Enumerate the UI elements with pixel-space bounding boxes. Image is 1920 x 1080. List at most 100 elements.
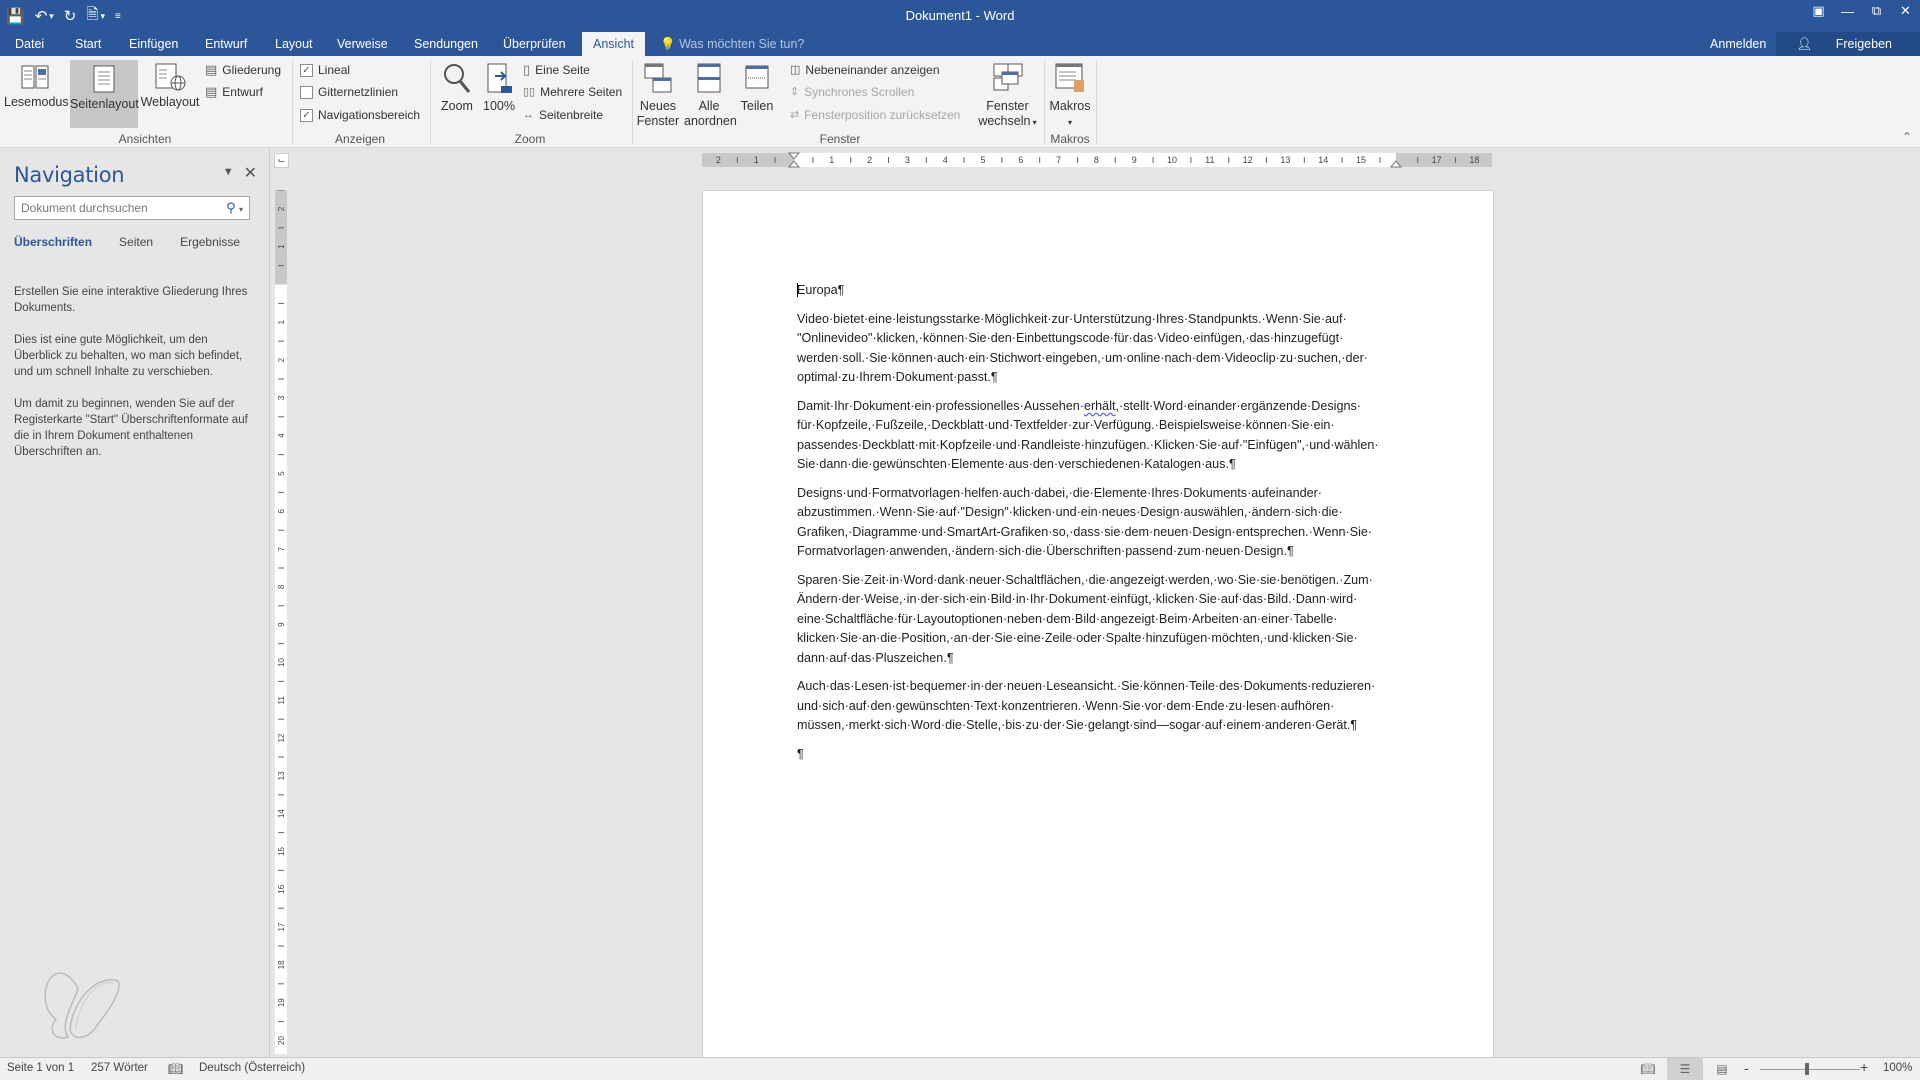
tab-selector-icon[interactable]: ⌙ <box>274 153 289 168</box>
print-layout-button[interactable]: Seitenlayout <box>70 60 139 128</box>
horizontal-ruler[interactable]: 2 1 1 2 3 4 5 6 7 8 9 10 11 12 13 14 15 17 18 <box>702 152 1492 168</box>
ruler-tick-label: 7 <box>1056 155 1061 165</box>
navigation-pane: Navigation ▼ ✕ Dokument durchsuchen ⚲ ▾ … <box>0 149 270 1057</box>
split-button[interactable]: Teilen <box>738 62 776 114</box>
navigation-pane-check-icon: ✓ <box>300 108 313 122</box>
tab-verweise[interactable]: Verweise <box>328 32 397 56</box>
ruler-tick-label: 1 <box>829 155 834 165</box>
navigation-title: Navigation <box>14 163 125 187</box>
help-paragraph: Erstellen Sie eine interaktive Gliederun… <box>14 286 248 314</box>
arrange-all-button[interactable]: Alle anordnen <box>684 62 737 129</box>
print-layout-view-icon[interactable]: ☰ <box>1667 1058 1703 1080</box>
reset-window-position-button[interactable]: ⇄ Fensterposition zurücksetzen <box>790 105 960 125</box>
one-page-button[interactable]: ▯ Eine Seite <box>523 60 590 80</box>
ruler-checkbox[interactable]: ✓ Lineal <box>300 60 350 80</box>
macros-dropdown-icon: ▾ <box>1067 118 1072 127</box>
close-pane-icon[interactable]: ✕ <box>244 163 257 183</box>
document-page[interactable]: Europa¶ Video·bietet·eine·leistungsstark… <box>702 190 1494 1070</box>
page-count[interactable]: Seite 1 von 1 <box>7 1062 74 1074</box>
tab-headings[interactable]: Überschriften <box>14 235 92 249</box>
tab-ansicht[interactable]: Ansicht <box>582 32 645 56</box>
sync-scroll-label: Synchrones Scrollen <box>804 85 915 99</box>
ruler-tick-label: 9 <box>277 622 286 627</box>
switch-windows-label-1: Fenster <box>986 99 1029 113</box>
tab-ueberpruefen[interactable]: Überprüfen <box>494 32 575 56</box>
tab-start[interactable]: Start <box>66 32 110 56</box>
search-options-icon[interactable]: ▾ <box>239 205 243 214</box>
tab-sendungen[interactable]: Sendungen <box>405 32 487 56</box>
page-width-label: Seitenbreite <box>539 108 604 122</box>
zoom-in-button[interactable]: + <box>1860 1059 1868 1075</box>
one-page-label: Eine Seite <box>535 63 590 77</box>
gridlines-checkbox[interactable]: Gitternetzlinien <box>300 82 398 102</box>
search-placeholder: Dokument durchsuchen <box>21 201 148 215</box>
read-mode-view-icon[interactable]: 📖︎ <box>1630 1058 1666 1080</box>
spelling-error-word[interactable]: erhält <box>1084 399 1116 413</box>
synchronous-scrolling-button[interactable]: ⇕ Synchrones Scrollen <box>790 82 914 102</box>
zoom-level[interactable]: 100% <box>1883 1062 1912 1074</box>
page-width-button[interactable]: ↔ Seitenbreite <box>523 105 603 125</box>
zoom-100-button[interactable]: 100% <box>480 62 518 114</box>
draft-button[interactable]: ▤ Entwurf <box>205 82 263 102</box>
language[interactable]: Deutsch (Österreich) <box>199 1062 305 1074</box>
multiple-pages-button[interactable]: ▯▯ Mehrere Seiten <box>523 82 622 102</box>
share-button[interactable]: 👤︎ Freigeben <box>1776 32 1920 56</box>
zoom-slider[interactable] <box>1760 1069 1860 1070</box>
document-paragraph: Auch·das·Lesen·ist·bequemer·in·der·neuen… <box>797 679 1376 732</box>
switch-windows-button[interactable]: Fenster wechseln ▾ <box>975 62 1040 130</box>
multiple-pages-label: Mehrere Seiten <box>540 85 623 99</box>
reset-position-icon: ⇄ <box>790 109 800 121</box>
zoom-label: Zoom <box>441 99 473 113</box>
web-layout-label: Weblayout <box>140 95 200 109</box>
view-side-by-side-button[interactable]: ◫ Nebeneinander anzeigen <box>790 60 940 80</box>
collapse-ribbon-icon[interactable]: ⌃ <box>1902 130 1912 144</box>
tab-pages[interactable]: Seiten <box>119 235 153 249</box>
tab-datei[interactable]: Datei <box>6 32 53 56</box>
side-by-side-label: Nebeneinander anzeigen <box>805 63 940 77</box>
tab-layout[interactable]: Layout <box>266 32 322 56</box>
pane-options-icon[interactable]: ▼ <box>223 166 234 183</box>
help-paragraph: Dies ist eine gute Möglichkeit, um den Ü… <box>14 334 243 378</box>
outline-button[interactable]: ▤ Gliederung <box>205 60 281 80</box>
zoom-slider-thumb[interactable] <box>1805 1063 1809 1075</box>
group-label-ansichten: Ansichten <box>118 132 172 146</box>
web-layout-button[interactable]: Weblayout <box>140 62 200 110</box>
restore-icon[interactable]: ⧉ <box>1862 0 1891 22</box>
ruler-tick-label: 1 <box>277 244 286 249</box>
navigation-pane-controls: ▼ ✕ <box>223 163 257 183</box>
switch-windows-label-2: wechseln <box>978 114 1031 128</box>
document-body[interactable]: Europa¶ Video·bietet·eine·leistungsstark… <box>797 281 1407 773</box>
ruler-tick-label: 4 <box>277 433 286 438</box>
macros-button[interactable]: Makros ▾ <box>1048 62 1092 130</box>
new-window-label-2: Fenster <box>636 114 680 128</box>
ruler-tick-label: 5 <box>980 155 985 165</box>
minimize-icon[interactable]: — <box>1833 0 1862 22</box>
sign-in-link[interactable]: Anmelden <box>1700 32 1776 56</box>
tell-me-box[interactable]: 💡 Was möchten Sie tun? <box>660 32 804 56</box>
read-mode-button[interactable]: Lesemodus <box>4 62 69 118</box>
web-layout-view-icon[interactable]: ▤ <box>1704 1058 1740 1080</box>
proofing-errors-icon[interactable]: 📖︎ <box>168 1062 183 1076</box>
ruler-tick-label: 18 <box>277 960 286 969</box>
gridlines-label: Gitternetzlinien <box>318 85 399 99</box>
new-window-button[interactable]: Neues Fenster <box>636 62 680 129</box>
navigation-pane-checkbox[interactable]: ✓ Navigationsbereich <box>300 105 420 125</box>
reset-position-label: Fensterposition zurücksetzen <box>804 108 961 122</box>
one-page-icon: ▯ <box>523 62 531 77</box>
zoom-out-button[interactable]: - <box>1744 1060 1749 1076</box>
heading-text: Europa¶ <box>797 283 845 297</box>
close-icon[interactable]: ✕ <box>1891 0 1920 22</box>
paragraph-text: Damit·Ihr·Dokument·ein·professionelles·A… <box>797 398 1084 413</box>
tab-einfuegen[interactable]: Einfügen <box>120 32 187 56</box>
word-count[interactable]: 257 Wörter <box>91 1062 148 1074</box>
ribbon-display-icon[interactable]: ▣ <box>1804 0 1833 22</box>
ruler-tick-label: 8 <box>1094 155 1099 165</box>
navigation-pane-label: Navigationsbereich <box>318 108 421 122</box>
document-search-input[interactable]: Dokument durchsuchen ⚲ ▾ <box>14 196 250 220</box>
vertical-ruler[interactable]: 211234567891011121314151617181920 <box>275 190 287 1054</box>
tab-results[interactable]: Ergebnisse <box>180 235 240 249</box>
tab-entwurf[interactable]: Entwurf <box>196 32 256 56</box>
search-icon[interactable]: ⚲ <box>226 200 236 215</box>
zoom-button[interactable]: Zoom <box>437 62 477 114</box>
document-heading: Europa¶ <box>797 281 1407 301</box>
